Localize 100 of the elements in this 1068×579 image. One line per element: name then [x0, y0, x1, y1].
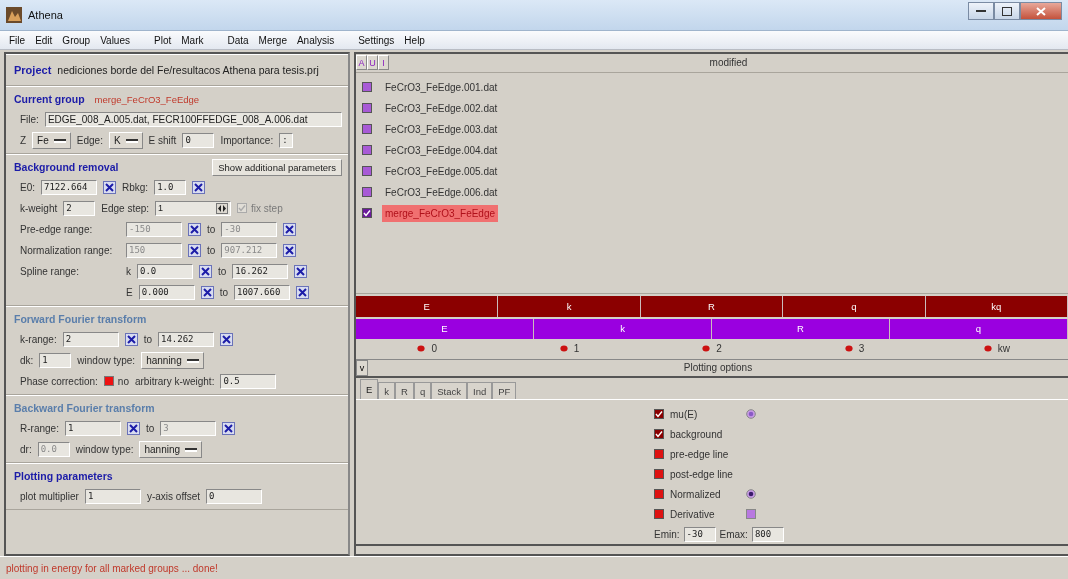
spin-field[interactable]: 1: [155, 200, 232, 216]
dropdown[interactable]: hanning: [139, 440, 203, 458]
menu-item[interactable]: Plot: [149, 34, 177, 46]
menu-item[interactable]: Edit: [30, 34, 58, 46]
input-field[interactable]: EDGE_008_A.005.dat, FECR100FFEDGE_008_A.006.dat: [44, 111, 342, 127]
menu-item[interactable]: Merge: [253, 34, 292, 46]
input-field[interactable]: 800: [751, 526, 784, 542]
checkbox[interactable]: [362, 208, 372, 219]
input-field[interactable]: 2: [63, 200, 96, 216]
checkbox[interactable]: [362, 103, 372, 114]
tab[interactable]: PF: [492, 382, 517, 400]
input-field[interactable]: 7122.664: [41, 179, 97, 195]
checkbox[interactable]: [362, 82, 372, 93]
checkbox[interactable]: [362, 166, 372, 177]
input-field[interactable]: :: [279, 132, 294, 148]
input-field[interactable]: 1: [84, 488, 141, 504]
pick-button[interactable]: [188, 243, 201, 257]
file-list-item[interactable]: FeCrO3_FeEdge.003.dat: [382, 122, 501, 136]
plot-button[interactable]: k: [498, 296, 641, 317]
pick-button[interactable]: [283, 222, 297, 236]
radio-button[interactable]: [746, 489, 756, 500]
plot-button[interactable]: R: [640, 296, 784, 317]
pick-button[interactable]: [199, 264, 212, 278]
tab[interactable]: E: [360, 379, 379, 400]
input-field[interactable]: 2: [62, 331, 119, 347]
collapse-button[interactable]: v: [356, 359, 368, 376]
menu-item[interactable]: Data: [222, 34, 254, 46]
checkbox[interactable]: [654, 489, 664, 500]
toolbar-button[interactable]: I: [378, 55, 389, 71]
input-field[interactable]: 1007.660: [234, 284, 290, 300]
dropdown[interactable]: K: [108, 131, 143, 149]
pick-button[interactable]: [220, 332, 234, 346]
plot-button[interactable]: q: [890, 318, 1068, 340]
input-field[interactable]: 16.262: [232, 263, 289, 279]
input-field[interactable]: 0.0: [137, 263, 193, 279]
dropdown[interactable]: Fe: [32, 131, 71, 149]
tab[interactable]: Ind: [467, 382, 493, 400]
input-field[interactable]: 1: [39, 352, 72, 368]
plot-button[interactable]: E: [356, 296, 499, 317]
radio-button[interactable]: kw: [925, 342, 1068, 356]
file-list-item[interactable]: FeCrO3_FeEdge.005.dat: [382, 164, 501, 178]
checkbox[interactable]: [362, 124, 372, 135]
plot-button[interactable]: k: [534, 318, 712, 340]
menu-item[interactable]: Analysis: [291, 34, 340, 46]
toolbar-button[interactable]: A: [356, 55, 367, 71]
plot-button[interactable]: q: [783, 296, 926, 317]
tab[interactable]: k: [378, 382, 396, 400]
checkbox[interactable]: no: [103, 375, 129, 387]
pick-button[interactable]: [296, 285, 309, 299]
pick-button[interactable]: [222, 421, 236, 435]
menu-item[interactable]: Group: [57, 34, 96, 46]
pick-button[interactable]: [294, 264, 308, 278]
pick-button[interactable]: [283, 243, 297, 257]
pick-button[interactable]: [126, 421, 140, 435]
radio-button[interactable]: 2: [640, 342, 784, 356]
pick-button[interactable]: [192, 180, 206, 194]
checkbox[interactable]: [362, 145, 372, 156]
input-field[interactable]: 0: [182, 132, 215, 148]
minimize-button[interactable]: [968, 2, 994, 20]
menu-item[interactable]: Help: [399, 34, 430, 46]
pick-button[interactable]: [103, 180, 116, 194]
close-button[interactable]: [1020, 2, 1062, 20]
checkbox[interactable]: [746, 509, 756, 520]
radio-button[interactable]: 1: [498, 342, 641, 356]
radio-button[interactable]: [746, 409, 756, 420]
tab[interactable]: Stack: [431, 382, 468, 400]
file-list-item[interactable]: FeCrO3_FeEdge.006.dat: [382, 185, 501, 199]
pick-button[interactable]: [124, 332, 138, 346]
radio-button[interactable]: 3: [783, 342, 926, 356]
toolbar-button[interactable]: U: [367, 55, 378, 71]
file-list-item[interactable]: FeCrO3_FeEdge.002.dat: [382, 101, 501, 115]
pick-button[interactable]: [200, 285, 214, 299]
checkbox[interactable]: [654, 469, 664, 480]
pick-button[interactable]: [188, 222, 201, 236]
plot-button[interactable]: E: [356, 318, 534, 340]
maximize-button[interactable]: [994, 2, 1020, 20]
plot-button[interactable]: R: [712, 318, 890, 340]
checkbox[interactable]: [654, 449, 664, 460]
input-field[interactable]: 0: [206, 488, 263, 504]
input-field[interactable]: -30: [683, 526, 716, 542]
checkbox[interactable]: [362, 187, 372, 198]
input-field[interactable]: 1.0: [154, 179, 187, 195]
menu-item[interactable]: File: [4, 34, 31, 46]
tab[interactable]: R: [395, 382, 414, 400]
menu-item[interactable]: Values: [95, 34, 135, 46]
file-list-item[interactable]: FeCrO3_FeEdge.004.dat: [382, 143, 501, 157]
parameters-button[interactable]: Show additional parameters: [212, 158, 342, 176]
input-field[interactable]: 14.262: [158, 331, 215, 347]
checkbox[interactable]: [654, 429, 664, 440]
input-field[interactable]: 1: [64, 420, 121, 436]
dropdown[interactable]: hanning: [141, 351, 204, 369]
menu-item[interactable]: Settings: [353, 34, 400, 46]
menu-item[interactable]: Mark: [176, 34, 209, 46]
input-field[interactable]: 0.000: [138, 284, 195, 300]
radio-button[interactable]: 0: [356, 342, 499, 356]
checkbox[interactable]: [654, 509, 664, 520]
input-field[interactable]: 0.5: [220, 373, 277, 389]
checkbox[interactable]: [654, 409, 664, 420]
file-list-item[interactable]: FeCrO3_FeEdge.001.dat: [382, 80, 501, 94]
plot-button[interactable]: kq: [925, 296, 1068, 317]
